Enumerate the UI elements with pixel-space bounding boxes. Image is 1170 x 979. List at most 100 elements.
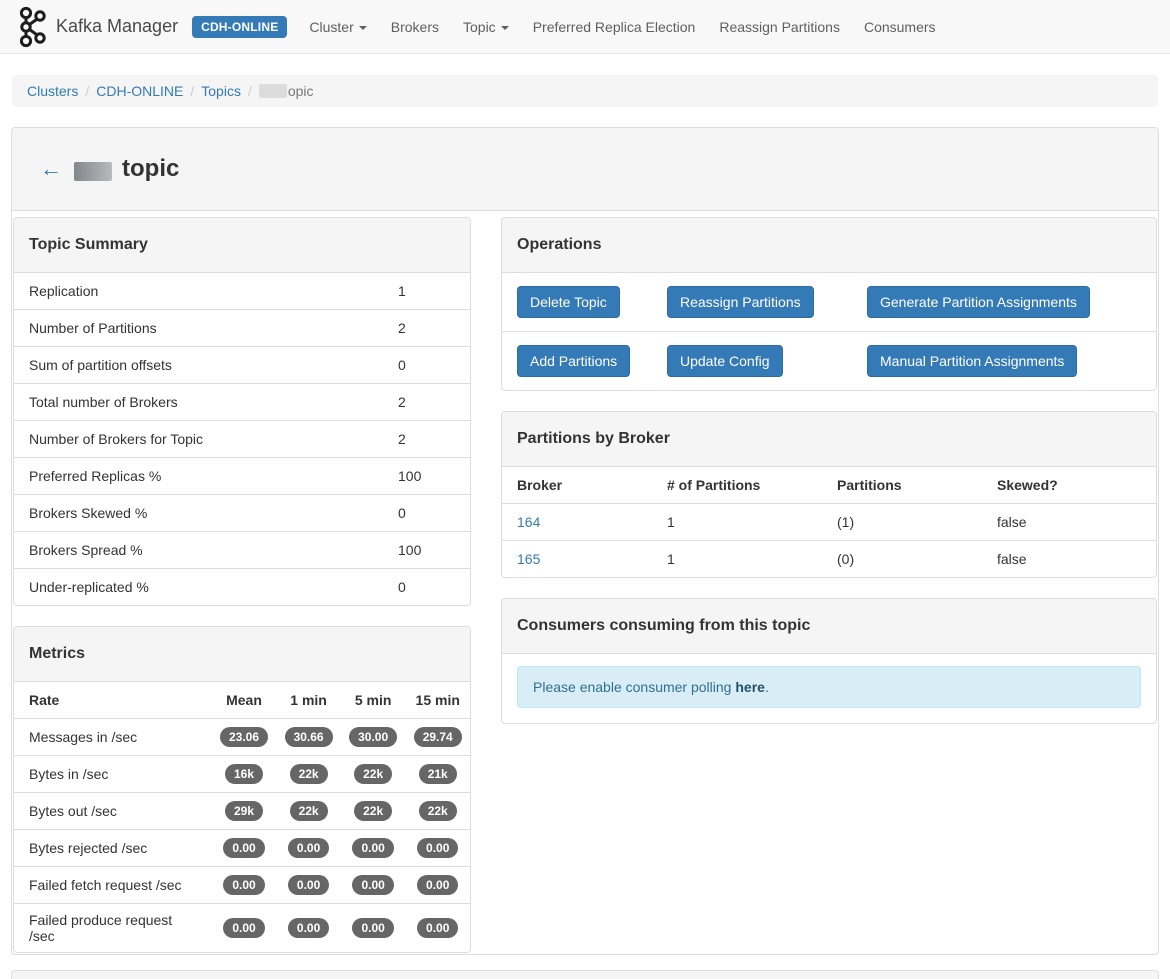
metrics-header: 15 min — [415, 692, 460, 708]
metric-label: Failed fetch request /sec — [14, 866, 212, 904]
topic-panel-heading: ← topic — [12, 128, 1158, 211]
summary-label: Total number of Brokers — [14, 383, 398, 421]
back-arrow-icon[interactable]: ← — [40, 158, 62, 180]
enable-consumer-polling-link[interactable]: here — [735, 679, 765, 695]
breadcrumb-topics[interactable]: Topics — [201, 83, 241, 99]
table-row: Brokers Spread % 100 — [14, 531, 470, 569]
nav-brokers-label: Brokers — [390, 18, 439, 35]
nav-preferred-replica-election[interactable]: Preferred Replica Election — [521, 19, 708, 35]
table-row: 165 1 (0) false — [502, 540, 1156, 577]
summary-label: Sum of partition offsets — [14, 346, 398, 384]
redacted-topic-name — [258, 84, 287, 98]
metric-badge: 30.00 — [349, 727, 398, 747]
nav-preferred-replica-election-label: Preferred Replica Election — [532, 18, 696, 35]
navbar: Kafka Manager CDH-ONLINE Cluster Brokers… — [0, 0, 1170, 54]
add-partitions-button[interactable]: Add Partitions — [517, 345, 631, 377]
table-header-row: Broker # of Partitions Partitions Skewed… — [502, 467, 1156, 504]
table-row: Replication 1 — [14, 273, 470, 310]
page-title: topic — [122, 155, 180, 182]
summary-value: 2 — [398, 383, 470, 421]
metric-badge: 30.66 — [284, 727, 333, 747]
table-row: Preferred Replicas % 100 — [14, 457, 470, 495]
table-row: Bytes in /sec 16k 22k 22k 21k — [14, 755, 470, 793]
metrics-title: Metrics — [14, 627, 470, 682]
nav-topic[interactable]: Topic — [451, 19, 521, 35]
nav-consumers[interactable]: Consumers — [852, 19, 948, 35]
topic-summary-title: Topic Summary — [14, 218, 470, 273]
nav-reassign-partitions[interactable]: Reassign Partitions — [707, 19, 852, 35]
metric-badge: 0.00 — [223, 875, 265, 895]
breadcrumb-separator: / — [85, 83, 90, 99]
metric-badge: 0.00 — [352, 838, 394, 858]
table-row: Failed fetch request /sec 0.00 0.00 0.00… — [14, 866, 470, 904]
topic-summary-table: Replication 1 Number of Partitions 2 Sum o… — [14, 273, 470, 605]
table-header-row: Rate Mean 1 min 5 min 15 min — [14, 682, 470, 719]
table-row: Failed produce request /sec 0.00 0.00 0.… — [14, 903, 470, 952]
broker-link[interactable]: 165 — [517, 551, 540, 567]
metric-badge: 29k — [225, 801, 264, 821]
reassign-partitions-button[interactable]: Reassign Partitions — [667, 286, 814, 318]
summary-label: Brokers Skewed % — [14, 494, 398, 532]
table-row: Total number of Brokers 2 — [14, 383, 470, 421]
skewed-cell: false — [982, 540, 1156, 577]
cluster-badge[interactable]: CDH-ONLINE — [192, 15, 288, 38]
nav-cluster-label: Cluster — [309, 18, 354, 35]
table-row: Delete Topic Reassign Partitions Generat… — [502, 273, 1156, 332]
kafka-logo-icon[interactable] — [12, 6, 48, 48]
metric-badge: 0.00 — [287, 875, 330, 895]
metric-badge: 0.00 — [417, 875, 459, 895]
topic-panel: ← topic Topic Summary Replication 1 Numbe… — [11, 127, 1159, 955]
partitions-by-broker-title: Partitions by Broker — [502, 412, 1156, 467]
metrics-header: Rate — [29, 692, 60, 708]
table-row: Number of Brokers for Topic 2 — [14, 420, 470, 458]
nav-cluster[interactable]: Cluster — [297, 19, 378, 35]
alert-period: . — [764, 679, 769, 695]
table-row: Messages in /sec 23.06 30.66 30.00 29.74 — [14, 718, 470, 756]
metric-badge: 22k — [289, 801, 328, 821]
brand[interactable]: Kafka Manager — [56, 16, 178, 37]
metric-label: Bytes out /sec — [14, 792, 212, 830]
delete-topic-button[interactable]: Delete Topic — [517, 286, 620, 318]
breadcrumb: Clusters / CDH-ONLINE / Topics / opic — [12, 75, 1158, 107]
update-config-button[interactable]: Update Config — [667, 345, 783, 377]
partitions-by-broker-table: Broker # of Partitions Partitions Skewed… — [502, 467, 1156, 577]
metric-label: Messages in /sec — [14, 718, 212, 756]
breadcrumb-clusters[interactable]: Clusters — [27, 83, 78, 99]
metric-badge: 0.00 — [223, 838, 265, 858]
metric-badge: 22k — [354, 764, 393, 784]
summary-label: Replication — [29, 283, 99, 299]
summary-value: 100 — [398, 531, 470, 569]
table-row: Bytes rejected /sec 0.00 0.00 0.00 0.00 — [14, 829, 470, 867]
metric-badge: 21k — [418, 764, 457, 784]
metric-badge: 29.74 — [413, 727, 462, 747]
consumers-panel: Consumers consuming from this topic Plea… — [501, 598, 1157, 724]
consumers-title: Consumers consuming from this topic — [502, 599, 1156, 654]
metric-badge: 22k — [354, 801, 393, 821]
summary-label: Brokers Spread % — [14, 531, 398, 569]
chevron-down-icon — [500, 25, 509, 30]
metric-badge: 16k — [225, 764, 264, 784]
metrics-header: 1 min — [290, 692, 327, 708]
metric-badge: 0.00 — [352, 918, 394, 938]
metric-label: Failed produce request /sec — [14, 903, 212, 952]
alert-text: Please enable consumer polling — [533, 679, 736, 695]
generate-partition-assignments-button[interactable]: Generate Partition Assignments — [867, 286, 1090, 318]
table-row: Add Partitions Update Config Manual Part… — [502, 331, 1156, 390]
metric-label: Bytes in /sec — [14, 755, 212, 793]
nav-brokers[interactable]: Brokers — [379, 19, 451, 35]
broker-link[interactable]: 164 — [517, 514, 540, 530]
manual-partition-assignments-button[interactable]: Manual Partition Assignments — [867, 345, 1078, 377]
summary-value: 0 — [398, 346, 470, 384]
breadcrumb-cluster-name[interactable]: CDH-ONLINE — [96, 83, 183, 99]
metrics-header: Mean — [226, 692, 262, 708]
metric-badge: 22k — [289, 764, 328, 784]
summary-value: 0 — [398, 494, 470, 532]
metric-label: Bytes rejected /sec — [14, 829, 212, 867]
metric-badge: 22k — [418, 801, 457, 821]
summary-label: Preferred Replicas % — [14, 457, 398, 495]
broker-header: Broker — [517, 477, 563, 493]
table-row: Number of Partitions 2 — [14, 309, 470, 347]
metrics-table: Rate Mean 1 min 5 min 15 min Messages in… — [14, 682, 470, 952]
metric-badge: 0.00 — [223, 918, 265, 938]
summary-value: 100 — [398, 457, 470, 495]
